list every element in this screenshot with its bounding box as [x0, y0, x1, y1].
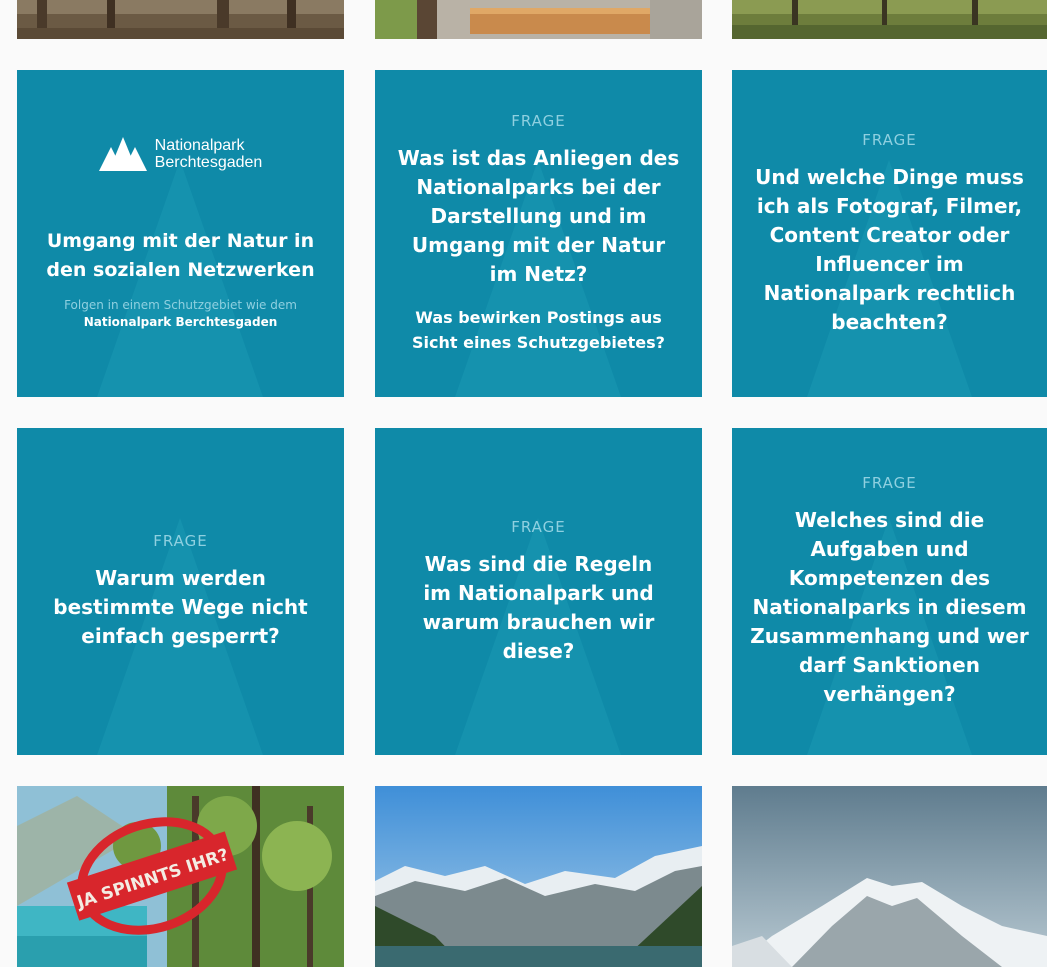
intro-title: Umgang mit der Natur in den sozialen Net… [46, 229, 315, 281]
post-photo-forest-green[interactable] [732, 0, 1047, 39]
post-photo-koenigssee[interactable] [375, 786, 702, 967]
question-content: FRAGE Was ist das Anliegen des Nationalp… [375, 70, 702, 397]
intro-tagline-strong: Nationalpark Berchtesgaden [83, 314, 278, 329]
question-label: FRAGE [153, 532, 208, 550]
question-label: FRAGE [511, 517, 566, 536]
question-label: FRAGE [511, 112, 566, 130]
post-intro-card[interactable]: Nationalpark Berchtesgaden Umgang mit de… [17, 70, 344, 397]
question-content: FRAGE Warum werden bestimmte Wege nicht … [17, 428, 344, 755]
post-question-sanktionen[interactable]: FRAGE Welches sind die Aufgaben und Komp… [732, 428, 1047, 755]
question-content: FRAGE Und welche Dinge muss ich als Foto… [732, 70, 1047, 397]
post-question-regeln[interactable]: FRAGE Was sind die Regeln im Nationalpar… [375, 428, 702, 755]
question-content: FRAGE Welches sind die Aufgaben und Komp… [732, 428, 1047, 755]
logo-wordmark: Nationalpark Berchtesgaden [155, 137, 263, 171]
post-photo-forest-trunks[interactable] [17, 0, 344, 39]
intro-content: Nationalpark Berchtesgaden Umgang mit de… [17, 70, 344, 397]
post-question-wege[interactable]: FRAGE Warum werden bestimmte Wege nicht … [17, 428, 344, 755]
nationalpark-logo: Nationalpark Berchtesgaden [98, 136, 263, 171]
question-text: Was ist das Anliegen des Nationalparks b… [397, 146, 680, 286]
post-photo-stamp-lake[interactable]: JA SPINNTS IHR? [17, 786, 344, 967]
lake-forest-stamp-image: JA SPINNTS IHR? [17, 786, 344, 967]
question-label: FRAGE [862, 130, 917, 149]
post-photo-wooden-trough[interactable] [375, 0, 702, 39]
mountain-logo-icon [98, 136, 147, 171]
post-grid: Nationalpark Berchtesgaden Umgang mit de… [0, 0, 1047, 967]
post-photo-snowy-peak[interactable] [732, 786, 1047, 967]
alpine-lake-image [375, 786, 702, 967]
question-label: FRAGE [862, 474, 917, 492]
question-text: Und welche Dinge muss ich als Fotograf, … [755, 164, 1024, 334]
logo-line-2: Berchtesgaden [154, 153, 263, 171]
logo-line-1: Nationalpark [154, 136, 245, 154]
wooden-trough-image [375, 0, 702, 39]
question-content: FRAGE Was sind die Regeln im Nationalpar… [375, 428, 702, 755]
intro-tagline-text: Folgen in einem Schutzgebiet wie dem [64, 297, 297, 312]
post-question-rechtlich[interactable]: FRAGE Und welche Dinge muss ich als Foto… [732, 70, 1047, 397]
forest-floor-image [17, 0, 344, 39]
forest-green-image [732, 0, 1047, 39]
question-text: Was sind die Regeln im Nationalpark und … [422, 551, 655, 663]
question-subtext: Was bewirken Postings aus Sicht eines Sc… [412, 308, 665, 352]
intro-tagline: Folgen in einem Schutzgebiet wie dem Nat… [64, 297, 297, 331]
question-text: Warum werden bestimmte Wege nicht einfac… [53, 566, 308, 648]
snowy-mountain-image [732, 786, 1047, 967]
post-question-anliegen[interactable]: FRAGE Was ist das Anliegen des Nationalp… [375, 70, 702, 397]
question-text: Welches sind die Aufgaben und Kompetenze… [750, 508, 1029, 706]
